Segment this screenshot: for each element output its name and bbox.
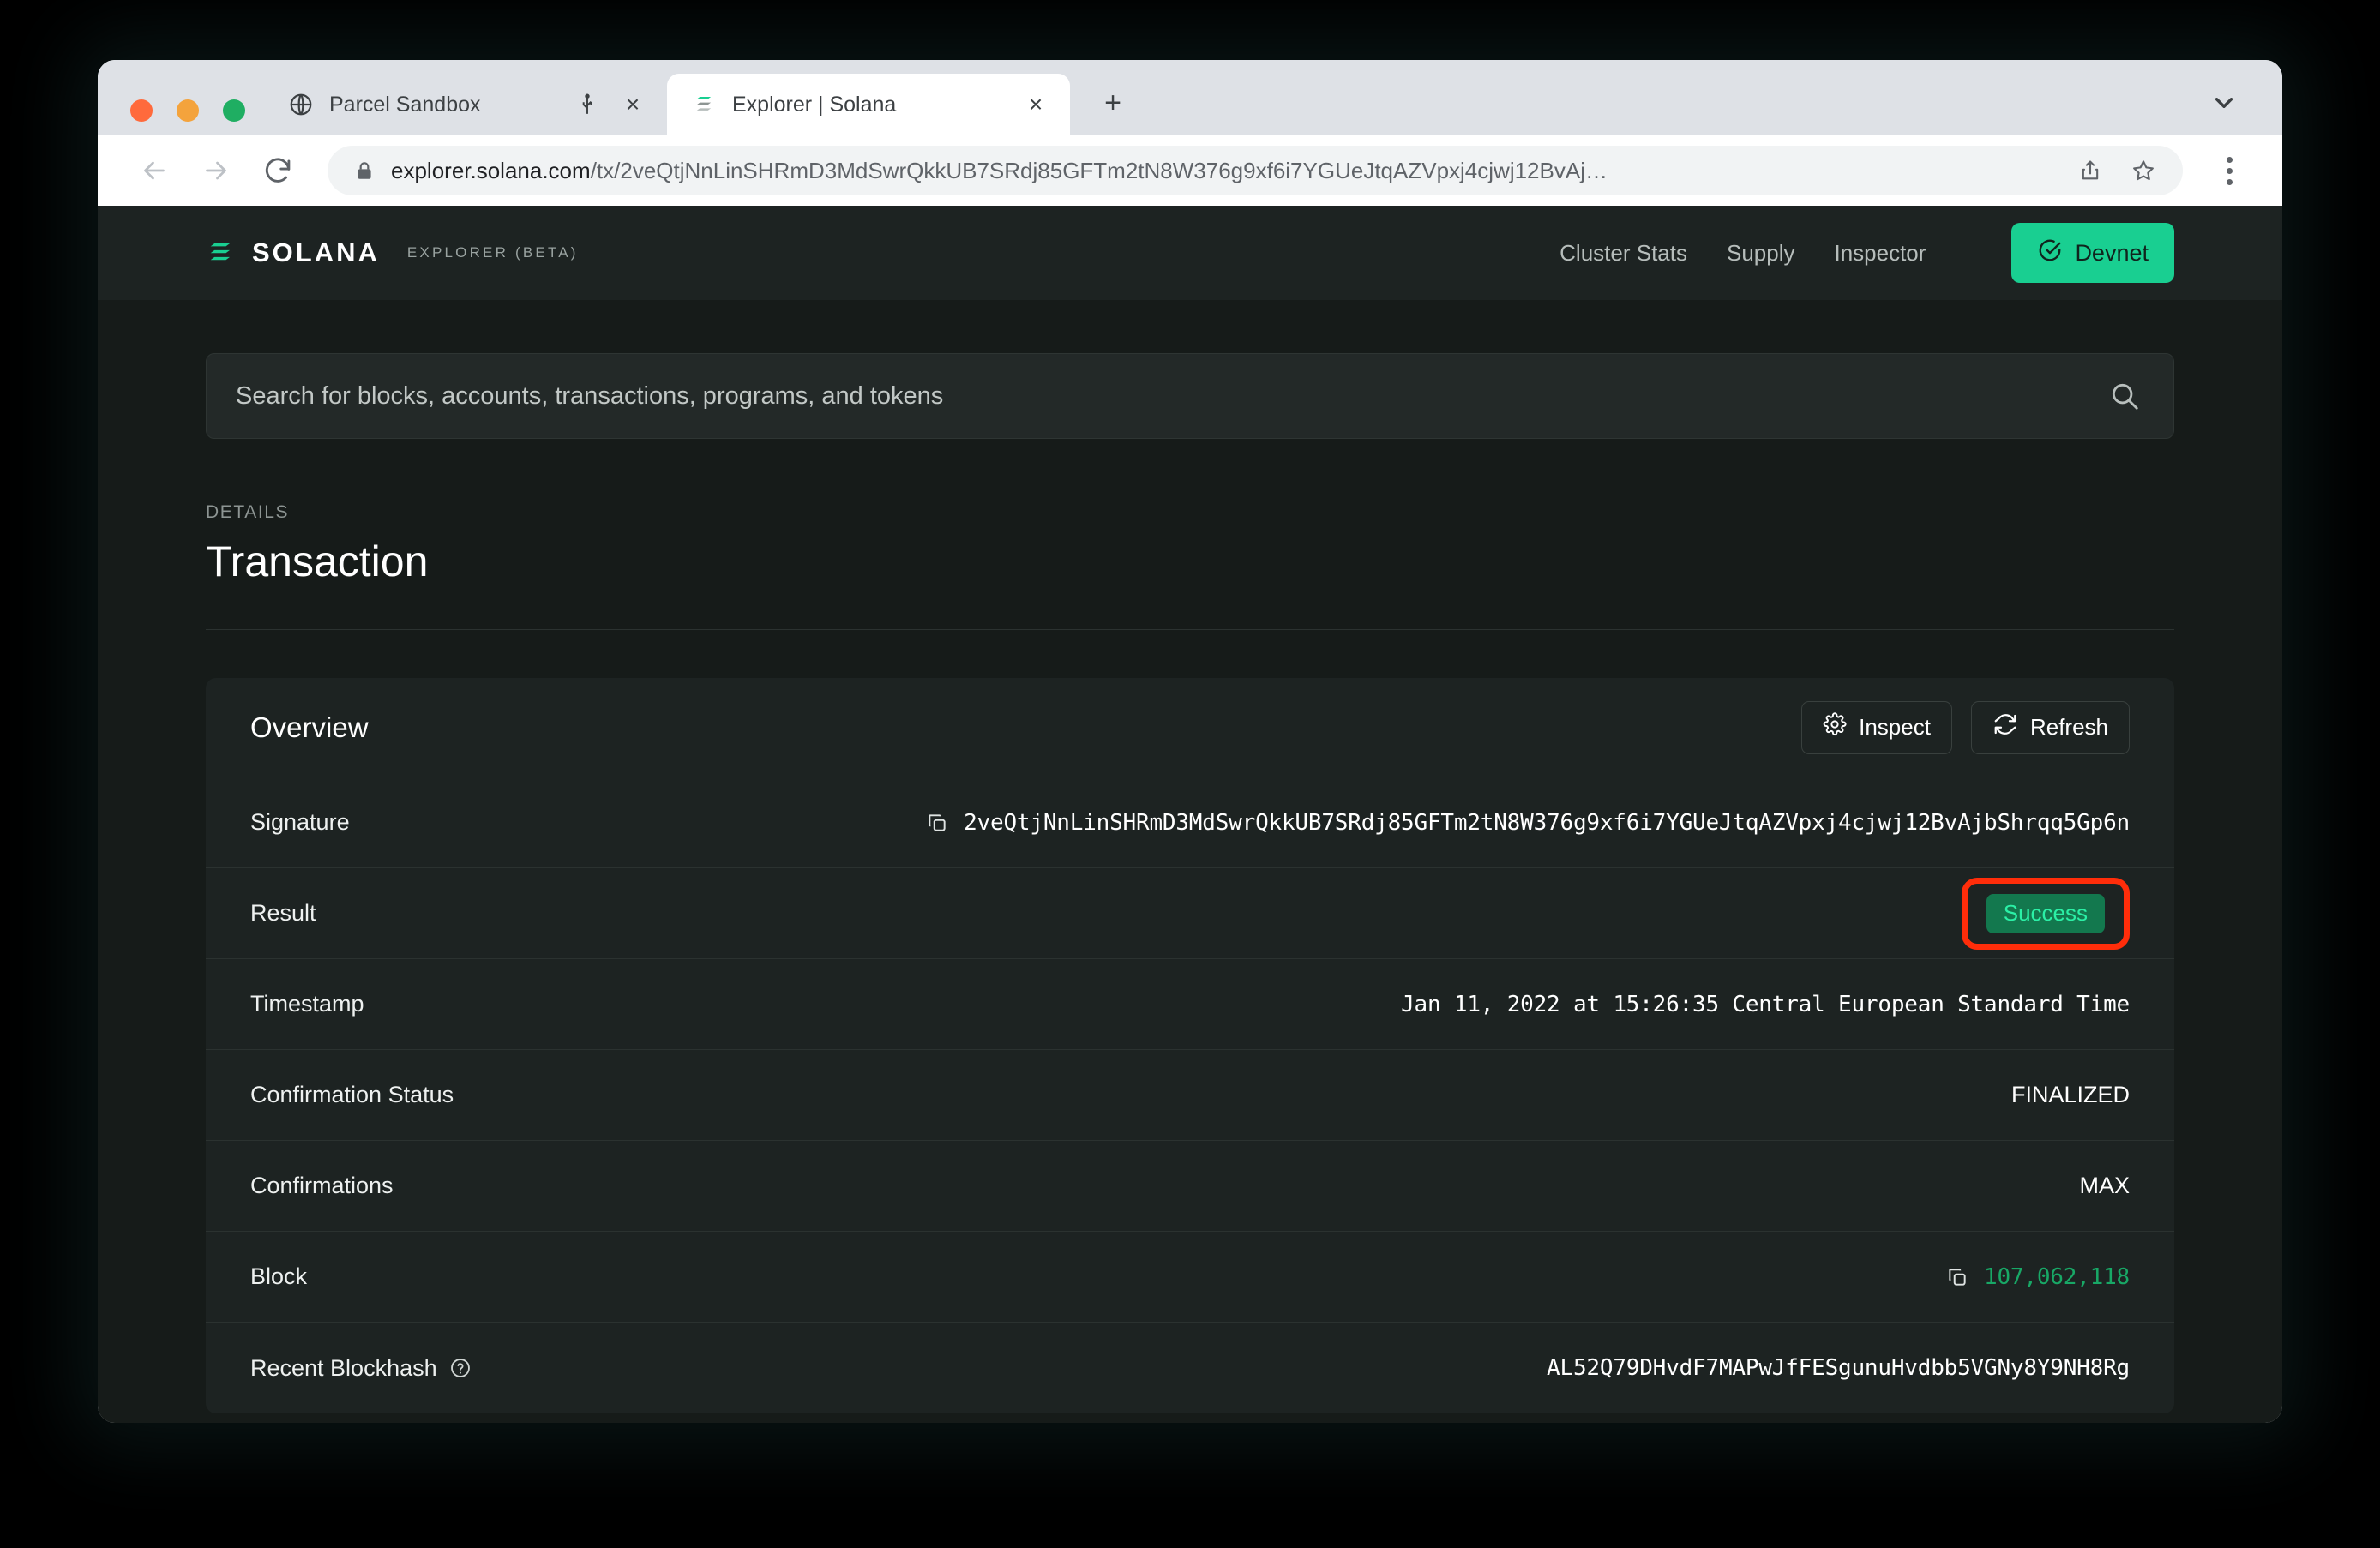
refresh-icon [1992, 711, 2018, 743]
tab-title: Parcel Sandbox [329, 92, 481, 117]
row-label: Recent Blockhash [250, 1355, 472, 1382]
tab-title: Explorer | Solana [732, 92, 897, 117]
row-label: Signature [250, 809, 350, 835]
copy-icon[interactable] [1946, 1266, 1968, 1288]
table-row: Recent Blockhash AL52Q79DHvdF7MAPwJfFESg… [206, 1323, 2174, 1413]
copy-icon[interactable] [926, 812, 948, 834]
row-label: Result [250, 900, 316, 926]
row-value: 2veQtjNnLinSHRmD3MdSwrQkkUB7SRdj85GFTm2t… [926, 810, 2130, 836]
recent-blockhash-label: Recent Blockhash [250, 1354, 437, 1381]
cluster-selector-button[interactable]: Devnet [2011, 223, 2174, 283]
page-title: Transaction [206, 537, 429, 585]
tab-list: Parcel Sandbox × Explorer | Solana × + [264, 74, 1137, 135]
address-bar-url: explorer.solana.com/tx/2veQtjNnLinSHRmD3… [391, 158, 2056, 184]
url-host: explorer.solana.com [391, 157, 591, 183]
tab-close-icon[interactable]: × [617, 89, 648, 120]
browser-tab-parcel-sandbox[interactable]: Parcel Sandbox × [264, 74, 667, 135]
search-icon[interactable] [2096, 368, 2153, 424]
chevron-down-icon[interactable] [2207, 86, 2241, 120]
confirmation-status-value: FINALIZED [2010, 1082, 2130, 1107]
nav-item-inspector[interactable]: Inspector [1834, 240, 1926, 267]
row-value: Success [1961, 877, 2130, 950]
site-header: SOLANA EXPLORER (BETA) Cluster Stats Sup… [98, 206, 2282, 300]
minimize-window-button[interactable] [177, 99, 199, 122]
main-nav: Cluster Stats Supply Inspector Devnet [1560, 223, 2174, 283]
forward-button[interactable] [189, 143, 243, 198]
recent-blockhash-value: AL52Q79DHvdF7MAPwJfFESgunuHvdbb5VGNy8Y9N… [1547, 1355, 2130, 1381]
help-circle-icon[interactable] [449, 1357, 472, 1379]
address-bar[interactable]: explorer.solana.com/tx/2veQtjNnLinSHRmD3… [328, 146, 2183, 195]
gear-icon [1823, 712, 1847, 742]
table-row: Block 107,062,118 [206, 1232, 2174, 1323]
inspect-button[interactable]: Inspect [1801, 700, 1952, 754]
cluster-label: Devnet [2075, 239, 2149, 266]
brand-subtitle: EXPLORER (BETA) [406, 244, 579, 261]
row-value: 107,062,118 [1946, 1264, 2130, 1290]
browser-menu-icon[interactable] [2205, 147, 2253, 195]
url-path: /tx/2veQtjNnLinSHRmD3MdSwrQkkUB7SRdj85GF… [590, 157, 1608, 183]
confirmations-value: MAX [2079, 1173, 2130, 1198]
new-tab-button[interactable]: + [1089, 79, 1137, 127]
reload-button[interactable] [250, 143, 305, 198]
bookmark-star-icon[interactable] [2125, 152, 2162, 189]
solana-icon [691, 92, 717, 117]
browser-tab-explorer-solana[interactable]: Explorer | Solana × [667, 74, 1070, 135]
brand[interactable]: SOLANA EXPLORER (BETA) [206, 237, 579, 268]
back-button[interactable] [127, 143, 182, 198]
row-label: Block [250, 1263, 308, 1289]
overview-card-header: Overview Inspect Refresh [206, 678, 2174, 777]
row-label: Timestamp [250, 991, 364, 1017]
table-row: Confirmation Status FINALIZED [206, 1050, 2174, 1141]
browser-tab-strip: Parcel Sandbox × Explorer | Solana × + [98, 60, 2282, 135]
solana-logo-icon [206, 238, 235, 267]
refresh-button[interactable]: Refresh [1970, 700, 2130, 754]
divider [206, 629, 2174, 630]
overview-card-actions: Inspect Refresh [1801, 700, 2130, 754]
overview-card: Overview Inspect Refresh Signature 2veQt… [206, 678, 2174, 1413]
row-label: Confirmation Status [250, 1082, 454, 1107]
page-content: Search for blocks, accounts, transaction… [98, 353, 2282, 1413]
inspect-button-label: Inspect [1859, 714, 1931, 740]
row-label: Confirmations [250, 1173, 394, 1198]
table-row: Timestamp Jan 11, 2022 at 15:26:35 Centr… [206, 959, 2174, 1050]
maximize-window-button[interactable] [223, 99, 245, 122]
lock-icon [353, 159, 376, 183]
table-row: Result Success [206, 868, 2174, 959]
annotation-highlight: Success [1961, 877, 2130, 950]
solana-explorer-page: SOLANA EXPLORER (BETA) Cluster Stats Sup… [98, 206, 2282, 1423]
globe-icon [288, 92, 314, 117]
brand-name: SOLANA [252, 237, 380, 267]
search-placeholder: Search for blocks, accounts, transaction… [236, 381, 944, 410]
browser-window: Parcel Sandbox × Explorer | Solana × + e… [98, 60, 2282, 1423]
breadcrumb: DETAILS [206, 502, 290, 522]
block-link[interactable]: 107,062,118 [1984, 1264, 2130, 1290]
overview-title: Overview [250, 711, 369, 743]
tab-close-icon[interactable]: × [1020, 89, 1051, 120]
status-badge: Success [1986, 893, 2105, 933]
refresh-button-label: Refresh [2029, 714, 2108, 740]
signature-value: 2veQtjNnLinSHRmD3MdSwrQkkUB7SRdj85GFTm2t… [964, 809, 2130, 836]
usb-icon [573, 90, 602, 119]
nav-item-supply[interactable]: Supply [1727, 240, 1795, 267]
timestamp-value: Jan 11, 2022 at 15:26:35 Central Europea… [1401, 991, 2130, 1017]
nav-item-cluster-stats[interactable]: Cluster Stats [1560, 240, 1687, 267]
table-row: Signature 2veQtjNnLinSHRmD3MdSwrQkkUB7SR… [206, 777, 2174, 868]
check-circle-icon [2037, 237, 2063, 269]
share-icon[interactable] [2071, 152, 2109, 189]
table-row: Confirmations MAX [206, 1141, 2174, 1232]
screenshot-root: Parcel Sandbox × Explorer | Solana × + e… [0, 0, 2380, 1548]
search-input[interactable]: Search for blocks, accounts, transaction… [206, 353, 2174, 439]
close-window-button[interactable] [130, 99, 153, 122]
browser-toolbar: explorer.solana.com/tx/2veQtjNnLinSHRmD3… [98, 135, 2282, 206]
window-traffic-lights [130, 99, 245, 122]
